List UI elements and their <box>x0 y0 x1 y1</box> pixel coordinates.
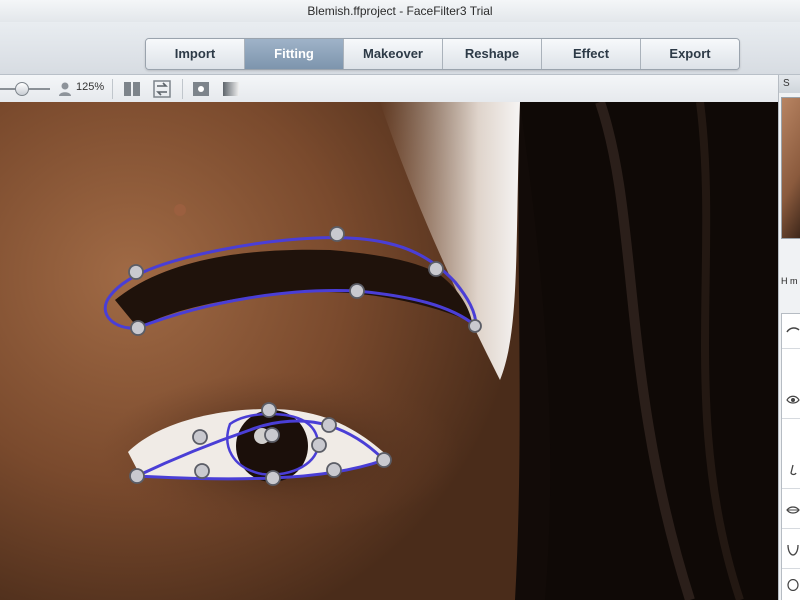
mode-tabs: Import Fitting Makeover Reshape Effect E… <box>145 38 740 70</box>
side-panel-tip: H m <box>781 275 800 305</box>
eye-point[interactable] <box>264 427 280 443</box>
window-title: Blemish.ffproject - FaceFilter3 Trial <box>0 0 800 23</box>
toolbar-divider <box>182 79 183 99</box>
brow-point[interactable] <box>468 319 482 333</box>
eye-point[interactable] <box>129 468 145 484</box>
nose-feature-icon <box>790 464 797 476</box>
feature-list <box>781 313 800 600</box>
brow-point[interactable] <box>428 261 444 277</box>
tab-export[interactable]: Export <box>641 39 739 69</box>
lips-feature-icon <box>786 506 800 514</box>
feature-item-nose[interactable] <box>782 454 800 489</box>
eye-point[interactable] <box>192 429 208 445</box>
feature-item-eyebrow[interactable] <box>782 314 800 349</box>
zoom-level: 125% <box>76 81 105 93</box>
gradient-icon[interactable] <box>222 80 240 98</box>
eye-point[interactable] <box>265 470 281 486</box>
feature-item-jaw[interactable] <box>782 534 800 569</box>
zoom-slider-handle[interactable] <box>15 82 29 96</box>
person-icon[interactable] <box>58 81 72 97</box>
eye-point[interactable] <box>326 462 342 478</box>
face-photo <box>0 102 778 600</box>
brow-point[interactable] <box>329 226 345 242</box>
view-toolbar: 125% <box>0 75 778 103</box>
point-icon[interactable] <box>192 80 210 98</box>
eyebrow-feature-icon <box>786 327 800 333</box>
split-view-icon[interactable] <box>123 80 141 98</box>
jaw-feature-icon <box>787 544 799 556</box>
brow-point[interactable] <box>349 283 365 299</box>
tab-import[interactable]: Import <box>146 39 245 69</box>
face-outline-icon <box>787 579 799 591</box>
brow-point[interactable] <box>130 320 146 336</box>
toolbar-divider <box>112 79 113 99</box>
eye-point[interactable] <box>261 402 277 418</box>
brow-point[interactable] <box>128 264 144 280</box>
eye-point[interactable] <box>376 452 392 468</box>
eye-feature-icon <box>786 395 800 404</box>
eye-point[interactable] <box>194 463 210 479</box>
photo-canvas[interactable] <box>0 102 778 600</box>
tab-makeover[interactable]: Makeover <box>344 39 443 69</box>
feature-side-panel: S H m <box>778 75 800 600</box>
feature-item-lips[interactable] <box>782 494 800 529</box>
mode-navigation-bar: Import Fitting Makeover Reshape Effect E… <box>0 22 800 75</box>
feature-item-face[interactable] <box>782 569 800 600</box>
swap-view-icon[interactable] <box>153 80 171 98</box>
side-panel-header: S <box>779 75 800 93</box>
tab-reshape[interactable]: Reshape <box>443 39 542 69</box>
feature-item-eye[interactable] <box>782 384 800 419</box>
tab-effect[interactable]: Effect <box>542 39 641 69</box>
tab-fitting[interactable]: Fitting <box>245 39 344 69</box>
eye-point[interactable] <box>321 417 337 433</box>
tip-text: H m <box>781 276 798 286</box>
eye-point[interactable] <box>311 437 327 453</box>
preview-thumbnail[interactable] <box>781 97 800 239</box>
